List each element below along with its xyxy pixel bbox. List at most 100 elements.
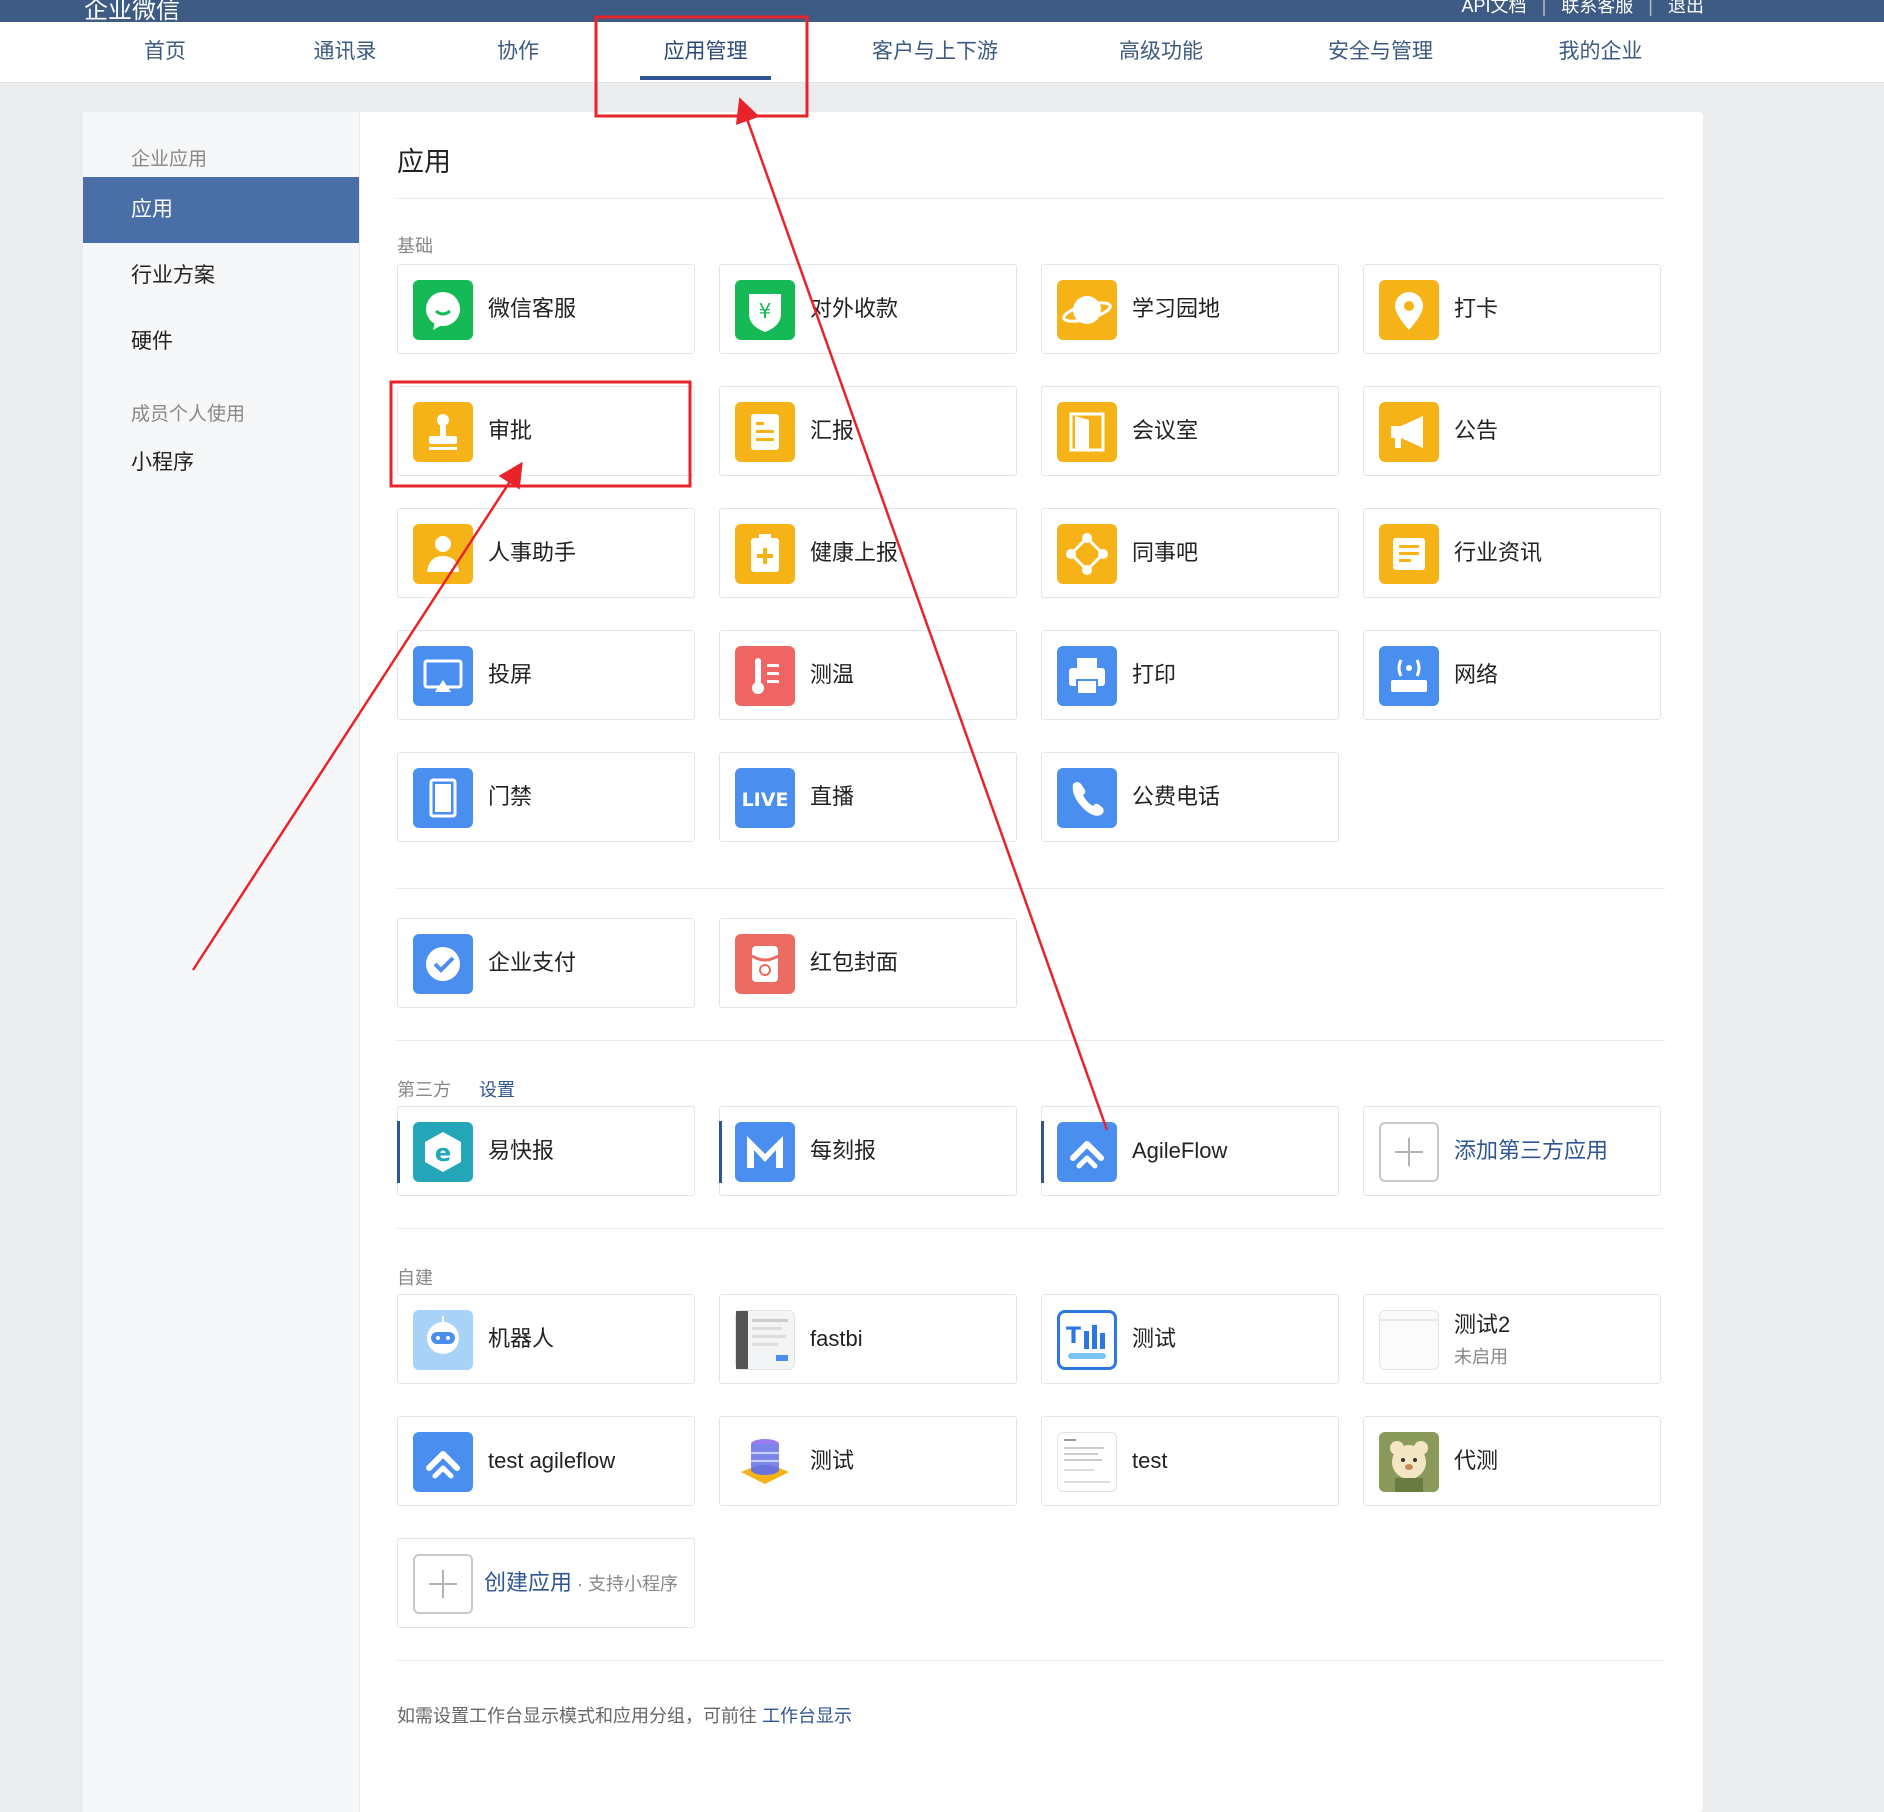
app-status: 未启用 [1454, 1347, 1508, 1367]
app-name: 门禁 [488, 784, 533, 809]
live-icon: LIVE [735, 768, 795, 828]
app-name: 网络 [1454, 662, 1499, 687]
svg-text:LIVE: LIVE [742, 789, 789, 811]
nav-home[interactable]: 首页 [120, 22, 210, 82]
create-app-button[interactable]: 创建应用 · 支持小程序 [397, 1538, 695, 1628]
app-card-temperature[interactable]: 测温 [719, 630, 1017, 720]
app-card-daice[interactable]: 代测 [1363, 1416, 1661, 1506]
app-name: 同事吧 [1132, 540, 1199, 565]
app-name: 公告 [1454, 418, 1499, 443]
nav-customers[interactable]: 客户与上下游 [860, 22, 1010, 82]
doc-thumb-icon [1057, 1432, 1117, 1492]
phone-icon [1057, 768, 1117, 828]
app-card-test2[interactable]: 测试2 未启用 [1363, 1294, 1661, 1384]
app-card-learning[interactable]: 学习园地 [1041, 264, 1339, 354]
app-card-external-payment[interactable]: ¥ 对外收款 [719, 264, 1017, 354]
app-card-enterprise-pay[interactable]: 企业支付 [397, 918, 695, 1008]
app-name: 测试2 [1454, 1312, 1511, 1337]
app-card-approval[interactable]: 审批 [397, 386, 695, 476]
red-packet-icon [735, 934, 795, 994]
content-panel: 企业应用 应用 行业方案 硬件 成员个人使用 小程序 应用 基础 微信客服 ¥ … [83, 112, 1703, 1812]
sidebar-item-industry[interactable]: 行业方案 [83, 243, 359, 309]
app-card-industry-news[interactable]: 行业资讯 [1363, 508, 1661, 598]
app-name: AgileFlow [1132, 1138, 1228, 1163]
svg-text:T: T [1066, 1324, 1081, 1349]
nav-collaboration[interactable]: 协作 [478, 22, 558, 82]
section-third-party-label: 第三方 [397, 1080, 451, 1100]
fastbi-icon [735, 1310, 795, 1370]
app-name: 每刻报 [810, 1138, 877, 1163]
thermometer-icon [735, 646, 795, 706]
app-card-test[interactable]: T 测试 [1041, 1294, 1339, 1384]
app-card-checkin[interactable]: 打卡 [1363, 264, 1661, 354]
app-card-colleagues[interactable]: 同事吧 [1041, 508, 1339, 598]
logout-link[interactable]: 退出 [1668, 0, 1704, 16]
workbench-display-link[interactable]: 工作台显示 [762, 1706, 852, 1726]
app-card-access-control[interactable]: 门禁 [397, 752, 695, 842]
app-card-announcement[interactable]: 公告 [1363, 386, 1661, 476]
contact-support-link[interactable]: 联系客服 [1561, 0, 1633, 16]
app-card-test-db[interactable]: 测试 [719, 1416, 1017, 1506]
section-basic-label: 基础 [397, 236, 433, 256]
yuan-shield-icon: ¥ [735, 280, 795, 340]
app-card-maycur[interactable]: 每刻报 [719, 1106, 1017, 1196]
app-card-screen-cast[interactable]: 投屏 [397, 630, 695, 720]
app-name: 测温 [810, 662, 855, 687]
screen-cast-icon [413, 646, 473, 706]
sidebar-item-miniprogram[interactable]: 小程序 [83, 430, 359, 496]
robot-icon [413, 1310, 473, 1370]
app-card-live[interactable]: LIVE 直播 [719, 752, 1017, 842]
nav-advanced[interactable]: 高级功能 [1106, 22, 1216, 82]
third-party-mark [1041, 1121, 1044, 1183]
network-nodes-icon [1057, 524, 1117, 584]
app-name: 行业资讯 [1454, 540, 1543, 565]
app-name: 审批 [488, 418, 533, 443]
chart-icon: T [1057, 1310, 1117, 1370]
app-card-print[interactable]: 打印 [1041, 630, 1339, 720]
nav-contacts[interactable]: 通讯录 [295, 22, 395, 82]
nav-active-underline [640, 76, 771, 80]
sidebar-item-hardware[interactable]: 硬件 [83, 309, 359, 375]
app-name: 代测 [1454, 1448, 1499, 1473]
nav-app-management[interactable]: 应用管理 [640, 22, 771, 82]
app-name: 红包封面 [810, 950, 899, 975]
add-third-party-app-button[interactable]: 添加第三方应用 [1363, 1106, 1661, 1196]
health-clipboard-icon [735, 524, 795, 584]
app-card-test-agileflow[interactable]: test agileflow [397, 1416, 695, 1506]
agileflow-icon [1057, 1122, 1117, 1182]
nav-security[interactable]: 安全与管理 [1318, 22, 1443, 82]
app-card-ekuaibao[interactable]: e 易快报 [397, 1106, 695, 1196]
create-app-label: 创建应用 · 支持小程序 [484, 1570, 679, 1595]
sidebar-group-personal: 成员个人使用 [131, 404, 246, 425]
app-card-fastbi[interactable]: fastbi [719, 1294, 1017, 1384]
third-party-settings-link[interactable]: 设置 [479, 1076, 515, 1102]
app-name: fastbi [810, 1326, 863, 1351]
app-card-wechat-service[interactable]: 微信客服 [397, 264, 695, 354]
svg-text:¥: ¥ [759, 299, 772, 323]
door-access-icon [413, 768, 473, 828]
bear-icon [1379, 1432, 1439, 1492]
separator: | [1541, 0, 1547, 16]
location-pin-icon [1379, 280, 1439, 340]
app-card-phone[interactable]: 公费电话 [1041, 752, 1339, 842]
app-card-agileflow[interactable]: AgileFlow [1041, 1106, 1339, 1196]
app-card-report[interactable]: 汇报 [719, 386, 1017, 476]
app-card-test-doc[interactable]: test [1041, 1416, 1339, 1506]
blank-app-icon [1379, 1310, 1439, 1370]
app-card-robot[interactable]: 机器人 [397, 1294, 695, 1384]
app-name: 企业支付 [488, 950, 577, 975]
api-docs-link[interactable]: API文档 [1462, 0, 1527, 16]
plus-icon [413, 1554, 473, 1614]
svg-text:e: e [435, 1139, 451, 1167]
app-name: 直播 [810, 784, 855, 809]
app-card-hr-assistant[interactable]: 人事助手 [397, 508, 695, 598]
app-card-network[interactable]: 网络 [1363, 630, 1661, 720]
page-title: 应用 [397, 147, 451, 177]
sidebar-item-apps[interactable]: 应用 [83, 177, 359, 243]
app-card-red-packet[interactable]: 红包封面 [719, 918, 1017, 1008]
app-card-health-report[interactable]: 健康上报 [719, 508, 1017, 598]
database-icon [735, 1432, 795, 1492]
nav-my-company[interactable]: 我的企业 [1548, 22, 1653, 82]
app-card-meeting-room[interactable]: 会议室 [1041, 386, 1339, 476]
top-links: API文档 | 联系客服 | 退出 [1452, 0, 1704, 18]
